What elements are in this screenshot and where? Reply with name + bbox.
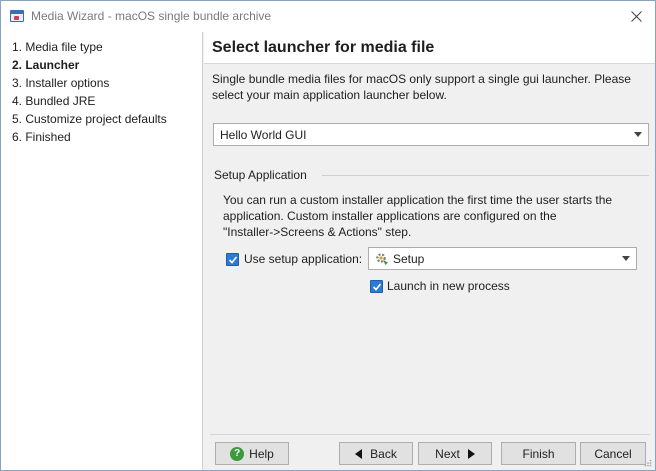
page-description: Single bundle media files for macOS only… <box>212 71 642 103</box>
launcher-select-value: Hello World GUI <box>220 127 307 142</box>
setup-group-label: Setup Application <box>214 168 307 182</box>
close-icon <box>630 10 642 22</box>
arrow-left-icon <box>355 448 363 459</box>
setup-select[interactable]: Setup <box>368 247 637 270</box>
chevron-down-icon <box>634 132 642 137</box>
help-icon: ? <box>230 446 245 461</box>
step-installer-options: 3. Installer options <box>12 76 110 90</box>
window-title: Media Wizard - macOS single bundle archi… <box>31 9 272 23</box>
help-button[interactable]: ? Help <box>215 442 289 465</box>
next-button-label: Next <box>435 446 460 461</box>
next-button[interactable]: Next <box>418 442 492 465</box>
bottom-divider <box>210 434 650 435</box>
wizard-window: Media Wizard - macOS single bundle archi… <box>0 0 656 471</box>
gear-icon <box>376 253 388 265</box>
finish-button-label: Finish <box>522 446 555 461</box>
description-line-2: select your main application launcher be… <box>212 88 447 102</box>
content-panel: Select launcher for media file Single bu… <box>204 32 655 470</box>
step-media-file-type: 1. Media file type <box>12 40 103 54</box>
finish-button[interactable]: Finish <box>501 442 576 465</box>
step-customize-project-defaults: 5. Customize project defaults <box>12 112 167 126</box>
setup-description-line-2: application. Custom installer applicatio… <box>223 209 557 223</box>
launcher-select[interactable]: Hello World GUI <box>213 123 649 146</box>
help-button-label: Help <box>249 446 274 461</box>
launch-new-process-checkbox[interactable] <box>370 280 383 293</box>
step-launcher: 2. Launcher <box>12 58 80 72</box>
check-icon <box>228 256 238 264</box>
close-button[interactable] <box>623 5 649 27</box>
title-bar: Media Wizard - macOS single bundle archi… <box>1 1 655 32</box>
check-icon <box>372 283 382 291</box>
setup-description-line-3: "Installer->Screens & Actions" step. <box>223 225 412 239</box>
setup-select-value: Setup <box>393 251 425 266</box>
step-bundled-jre: 4. Bundled JRE <box>12 94 96 108</box>
description-line-1: Single bundle media files for macOS only… <box>212 72 631 86</box>
page-header: Select launcher for media file <box>204 32 655 64</box>
back-button-label: Back <box>370 446 397 461</box>
resize-grip-icon[interactable] <box>644 459 652 467</box>
use-setup-label[interactable]: Use setup application: <box>244 252 362 266</box>
steps-panel: 1. Media file type 2. Launcher 3. Instal… <box>1 32 203 470</box>
use-setup-checkbox[interactable] <box>226 253 239 266</box>
cancel-button[interactable]: Cancel <box>580 442 646 465</box>
chevron-down-icon <box>622 256 630 261</box>
group-divider <box>322 175 649 176</box>
arrow-right-icon <box>467 448 475 459</box>
cancel-button-label: Cancel <box>594 446 632 461</box>
step-finished: 6. Finished <box>12 130 71 144</box>
launch-new-process-label[interactable]: Launch in new process <box>387 279 510 293</box>
setup-description-line-1: You can run a custom installer applicati… <box>223 193 613 207</box>
setup-description: You can run a custom installer applicati… <box>223 192 643 240</box>
page-title: Select launcher for media file <box>212 39 435 56</box>
back-button[interactable]: Back <box>339 442 413 465</box>
app-icon <box>10 10 24 22</box>
